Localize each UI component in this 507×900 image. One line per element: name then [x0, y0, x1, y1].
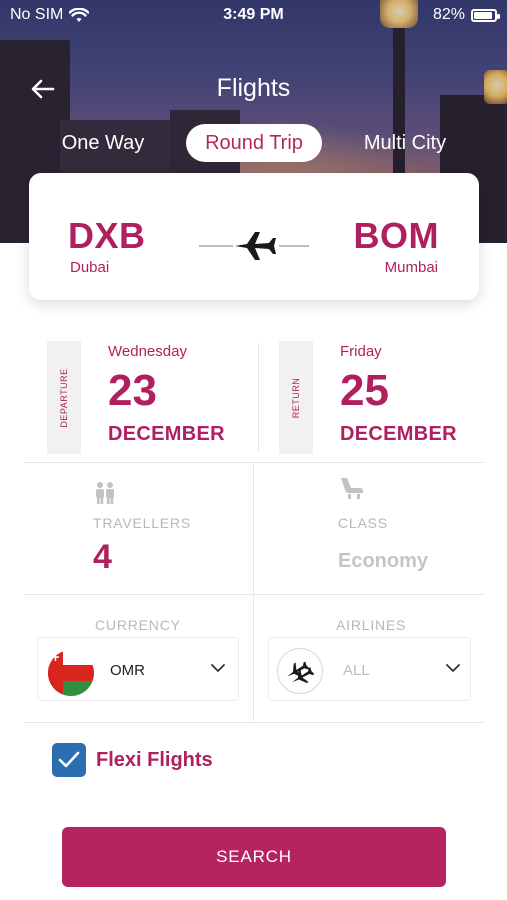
- destination-city: Mumbai: [384, 259, 438, 276]
- route-card: DXB Dubai BOM Mumbai: [29, 173, 479, 300]
- departure-weekday[interactable]: Wednesday: [108, 343, 187, 360]
- airlines-label: AIRLINES: [336, 617, 407, 633]
- departure-tab: DEPARTURE: [47, 341, 81, 454]
- tab-multi-city[interactable]: Multi City: [346, 124, 464, 162]
- seat-icon: [341, 478, 363, 499]
- origin-city: Dubai: [70, 259, 110, 276]
- destination-code[interactable]: BOM: [354, 215, 440, 257]
- return-month[interactable]: DECEMBER: [340, 423, 457, 446]
- battery-percent: 82%: [432, 6, 465, 23]
- airlines-icon: [277, 648, 323, 694]
- departure-tab-label: DEPARTURE: [59, 367, 69, 428]
- oman-flag-icon: [48, 650, 94, 696]
- class-label: CLASS: [338, 515, 388, 531]
- currency-select[interactable]: OMR: [37, 637, 239, 701]
- status-bar: No SIM 3:49 PM 82%: [0, 0, 507, 32]
- battery-icon: [471, 8, 500, 22]
- divider: [258, 343, 259, 451]
- tab-one-way[interactable]: One Way: [48, 124, 158, 162]
- chevron-down-icon: [446, 664, 460, 672]
- airlines-select[interactable]: ALL: [268, 637, 471, 701]
- origin-code[interactable]: DXB: [68, 215, 146, 257]
- class-value[interactable]: Economy: [338, 550, 428, 573]
- battery-indicator: 82%: [432, 6, 500, 24]
- currency-label: CURRENCY: [95, 617, 181, 633]
- search-button[interactable]: SEARCH: [62, 827, 446, 887]
- return-day[interactable]: 25: [340, 366, 389, 416]
- currency-value: OMR: [110, 662, 145, 679]
- route-line-left: [199, 245, 233, 247]
- checkmark-icon: [58, 751, 80, 768]
- tab-round-trip[interactable]: Round Trip: [186, 124, 322, 162]
- divider: [253, 463, 254, 721]
- divider: [24, 594, 485, 595]
- return-tab: RETURN: [279, 341, 313, 454]
- route-line-right: [279, 245, 309, 247]
- departure-month[interactable]: DECEMBER: [108, 423, 225, 446]
- divider: [24, 722, 485, 723]
- chevron-down-icon: [211, 664, 225, 672]
- return-weekday[interactable]: Friday: [340, 343, 382, 360]
- airlines-value: ALL: [343, 662, 370, 679]
- airplane-icon[interactable]: [233, 229, 277, 263]
- flexi-flights-label: Flexi Flights: [96, 748, 213, 771]
- flexi-flights-toggle[interactable]: Flexi Flights: [52, 743, 213, 777]
- divider: [24, 462, 485, 463]
- travellers-icon: [96, 482, 114, 504]
- clock: 3:49 PM: [223, 6, 284, 23]
- travellers-count[interactable]: 4: [93, 538, 112, 577]
- departure-day[interactable]: 23: [108, 366, 157, 416]
- return-tab-label: RETURN: [291, 377, 301, 418]
- flexi-checkbox[interactable]: [52, 743, 86, 777]
- page-title: Flights: [216, 74, 291, 102]
- trip-type-tabs: One Way Round Trip Multi City: [0, 124, 507, 162]
- travellers-label: TRAVELLERS: [93, 515, 191, 531]
